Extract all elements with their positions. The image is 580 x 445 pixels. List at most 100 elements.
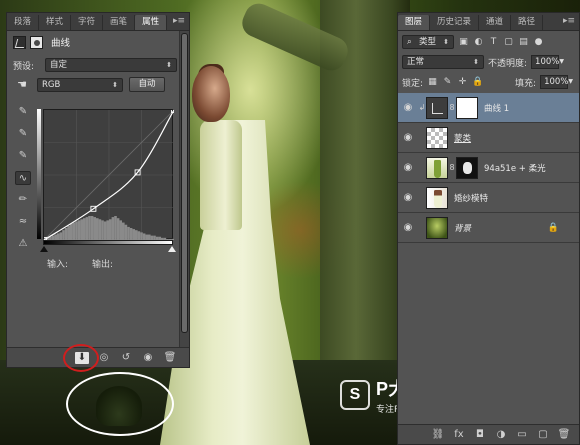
trash-icon[interactable]: 🗑	[163, 352, 177, 364]
sample-midtones-icon[interactable]: ✎	[15, 127, 31, 141]
panel-menu-icon[interactable]: ▸≡	[563, 16, 575, 26]
curve-point-icon[interactable]: ∿	[15, 171, 31, 185]
link-icon[interactable]: 8	[448, 103, 456, 112]
black-point-slider[interactable]	[40, 246, 48, 252]
layer-thumbnail[interactable]	[426, 96, 448, 119]
input-output-row: 输入: 输出:	[47, 257, 113, 270]
scrollbar-thumb[interactable]	[181, 33, 188, 333]
lock-image-icon[interactable]: ✎	[442, 77, 453, 88]
eye-icon[interactable]: ◉	[398, 132, 418, 143]
eye-icon[interactable]: ◉	[398, 192, 418, 203]
channel-value: RGB	[42, 79, 61, 90]
output-gradient	[37, 109, 41, 239]
tab-properties[interactable]: 属性	[135, 15, 168, 30]
layer-row[interactable]: ◉ 婚纱模特	[398, 183, 579, 213]
panel-menu-icon[interactable]: ▸≡	[173, 16, 185, 26]
layers-footer: ⛓ fx ◘ ◑ ▭ ▢ 🗑	[398, 424, 579, 444]
filter-toggle-icon[interactable]: ●	[533, 37, 544, 48]
properties-tabbar: 段落 样式 字符 画笔 属性 ▸≡	[7, 13, 189, 31]
lock-position-icon[interactable]: ✛	[457, 77, 468, 88]
properties-title: 曲线	[51, 38, 71, 49]
layer-row[interactable]: ◉ 8 94a51e + 柔光	[398, 153, 579, 183]
filter-smart-icon[interactable]: ▤	[518, 37, 529, 48]
preset-row: 预设: 自定 ⬍	[13, 58, 177, 72]
layer-mask-icon[interactable]	[30, 35, 43, 49]
targeted-adjust-hand-icon[interactable]: ☚	[13, 78, 31, 92]
filter-shape-icon[interactable]: ▢	[503, 37, 514, 48]
eye-icon[interactable]: ◉	[398, 222, 418, 233]
new-layer-icon[interactable]: ▢	[536, 429, 550, 441]
histogram-bar	[116, 218, 120, 240]
preset-dropdown[interactable]: 自定 ⬍	[45, 58, 177, 72]
properties-header: 曲线	[13, 35, 70, 49]
tab-paths[interactable]: 路径	[511, 15, 544, 30]
blend-mode-dropdown[interactable]: 正常 ⬍	[402, 55, 484, 69]
adjustment-icon[interactable]: ◑	[494, 429, 508, 441]
tab-channels[interactable]: 通道	[479, 15, 512, 30]
watermark-logo-icon: S	[340, 380, 370, 410]
fx-icon[interactable]: fx	[452, 429, 466, 441]
filter-pixel-icon[interactable]: ▣	[458, 37, 469, 48]
channel-dropdown[interactable]: RGB ⬍	[37, 77, 123, 92]
layer-thumbnail[interactable]	[426, 216, 448, 239]
filter-type-icon[interactable]: T	[488, 37, 499, 48]
sample-shadows-icon[interactable]: ✎	[15, 105, 31, 119]
sample-highlights-icon[interactable]: ✎	[15, 149, 31, 163]
filter-kind-dropdown[interactable]: ⌕ 类型 ⬍	[402, 35, 454, 49]
tab-styles[interactable]: 样式	[39, 15, 72, 30]
layer-name: 婚纱模特	[454, 193, 489, 204]
properties-scrollbar[interactable]	[179, 31, 189, 351]
eye-icon[interactable]: ◉	[398, 162, 418, 173]
layer-mask-thumbnail[interactable]	[456, 96, 478, 119]
fill-field[interactable]: 100% ▼	[540, 75, 573, 89]
layer-thumbnail[interactable]	[426, 186, 448, 209]
trash-icon[interactable]: 🗑	[557, 429, 571, 441]
eye-icon[interactable]: ◉	[398, 102, 418, 113]
chevron-down-icon: ⬍	[473, 58, 479, 66]
group-icon[interactable]: ▭	[515, 429, 529, 441]
curves-svg[interactable]	[41, 107, 177, 243]
chevron-down-icon: ⬍	[112, 80, 118, 89]
tab-layers[interactable]: 图层	[398, 15, 431, 30]
tab-paragraph[interactable]: 段落	[7, 15, 40, 30]
opacity-field[interactable]: 100% ▼	[531, 55, 564, 69]
filter-adjust-icon[interactable]: ◐	[473, 37, 484, 48]
histogram-bar	[137, 231, 141, 240]
chevron-down-icon: ⬍	[443, 38, 449, 46]
histogram-bar	[93, 217, 96, 240]
histogram-bar	[64, 228, 68, 240]
layer-row[interactable]: ◉ ↲ 8 曲线 1	[398, 93, 579, 123]
visibility-icon[interactable]: ◉	[141, 352, 155, 364]
histogram-bar	[132, 229, 135, 240]
clipping-warning-icon[interactable]: ⚠	[15, 237, 31, 251]
lock-transparent-icon[interactable]: ▦	[427, 77, 438, 88]
layer-thumbnail[interactable]	[426, 126, 448, 149]
auto-button[interactable]: 自动	[129, 77, 165, 92]
opacity-label: 不透明度:	[488, 58, 528, 69]
histogram-bar	[72, 222, 76, 240]
link-icon[interactable]: ⛓	[431, 429, 445, 441]
histogram-bar	[140, 232, 143, 240]
tab-character[interactable]: 字符	[71, 15, 104, 30]
white-point-slider[interactable]	[168, 246, 176, 252]
layer-list: ◉ ↲ 8 曲线 1 ◉ 蒙类 ◉ 8 94a51e + 柔光 ◉ 婚纱模特 ◉…	[398, 93, 579, 243]
tab-brush[interactable]: 画笔	[103, 15, 136, 30]
pencil-icon[interactable]: ✏	[15, 193, 31, 207]
curves-graph[interactable]	[41, 107, 177, 243]
link-icon[interactable]: 8	[448, 163, 456, 172]
reset-icon[interactable]: ↺	[119, 352, 133, 364]
tab-history[interactable]: 历史记录	[430, 15, 480, 30]
output-label: 输出:	[92, 260, 114, 270]
layer-thumbnail[interactable]	[426, 156, 448, 179]
layer-row[interactable]: ◉ 蒙类	[398, 123, 579, 153]
smooth-icon[interactable]: ≈	[15, 215, 31, 229]
histogram-bar	[127, 226, 130, 240]
lock-all-icon[interactable]: 🔒	[472, 77, 483, 88]
add-mask-icon[interactable]: ◘	[473, 429, 487, 441]
layer-row[interactable]: ◉ 背景 🔒	[398, 213, 579, 243]
histogram-bar	[106, 220, 109, 240]
layer-name: 背景	[454, 223, 472, 234]
view-previous-icon[interactable]: ◎	[97, 352, 111, 364]
layer-mask-thumbnail[interactable]	[456, 156, 478, 179]
lock-label: 锁定:	[402, 78, 424, 89]
